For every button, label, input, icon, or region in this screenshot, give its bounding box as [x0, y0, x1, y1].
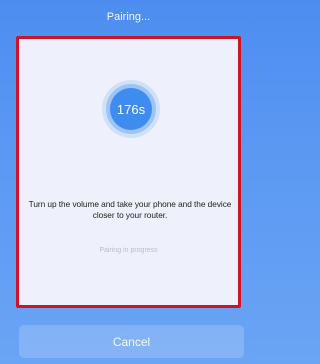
pairing-card: 176s Turn up the volume and take your ph… [16, 36, 241, 308]
countdown-value: 176s [116, 101, 146, 117]
pairing-instruction: Turn up the volume and take your phone a… [28, 199, 232, 220]
countdown-timer: 176s [102, 80, 160, 138]
countdown-ring: 176s [106, 84, 156, 134]
pairing-status: Pairing in progress [99, 247, 158, 254]
cancel-button[interactable]: Cancel [19, 325, 244, 358]
countdown-circle: 176s [110, 88, 152, 130]
page-title: Pairing... [106, 11, 151, 23]
